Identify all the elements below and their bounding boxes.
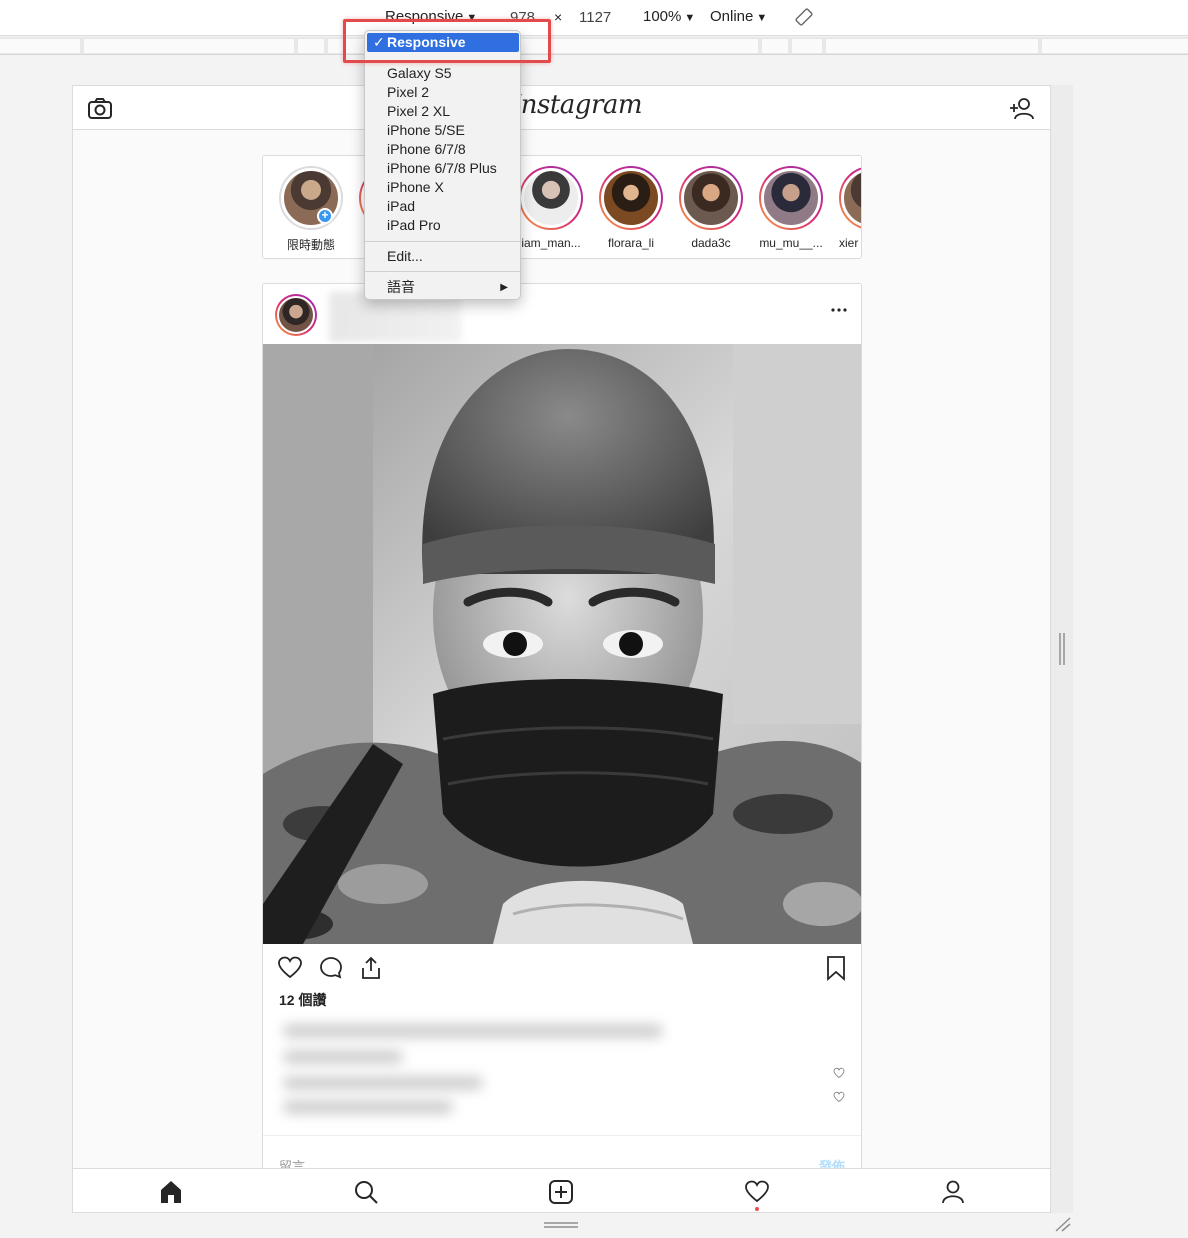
search-icon[interactable]: [353, 1179, 379, 1205]
menu-item-label: 語音: [387, 279, 415, 295]
resize-handle-right[interactable]: [1058, 633, 1066, 665]
instagram-logo[interactable]: Instagram: [511, 90, 643, 120]
like-count[interactable]: 12 個讚: [279, 990, 326, 1010]
comment-like-icon[interactable]: [833, 1091, 845, 1103]
profile-icon[interactable]: [940, 1179, 966, 1205]
post-avatar[interactable]: [275, 294, 317, 336]
ruler-segment[interactable]: [792, 39, 822, 53]
menu-item-pixel-2-xl[interactable]: Pixel 2 XL: [365, 102, 520, 121]
ruler-segment[interactable]: [1042, 39, 1188, 53]
avatar: [681, 168, 741, 228]
bookmark-icon[interactable]: [823, 955, 849, 981]
menu-item-iphone-x[interactable]: iPhone X: [365, 178, 520, 197]
menu-item-ipad-pro[interactable]: iPad Pro: [365, 216, 520, 235]
new-post-icon[interactable]: [548, 1179, 574, 1205]
feed-post: 12 個讚 留言…… 發佈: [262, 283, 862, 1183]
device-menu: ✓ Responsive Galaxy S5 Pixel 2 Pixel 2 X…: [364, 30, 521, 300]
menu-item-iphone-6-7-8-plus[interactable]: iPhone 6/7/8 Plus: [365, 159, 520, 178]
story-ring: [839, 166, 861, 230]
menu-item-edit[interactable]: Edit...: [365, 247, 520, 266]
menu-item-galaxy-s5[interactable]: Galaxy S5: [365, 64, 520, 83]
menu-item-language[interactable]: 語音 ▶: [365, 278, 520, 297]
notification-dot: [755, 1207, 759, 1211]
menu-item-iphone-6-7-8[interactable]: iPhone 6/7/8: [365, 140, 520, 159]
story-ring: [279, 166, 343, 230]
ruler-segment[interactable]: [762, 39, 788, 53]
chevron-down-icon: ▼: [684, 12, 696, 24]
menu-item-ipad[interactable]: iPad: [365, 197, 520, 216]
activity-heart-icon[interactable]: [744, 1179, 770, 1205]
home-icon[interactable]: [158, 1179, 184, 1205]
post-photo[interactable]: [263, 344, 861, 944]
story-item[interactable]: florara_li: [595, 166, 667, 250]
submenu-arrow-icon: ▶: [500, 282, 508, 293]
bottom-nav: [73, 1168, 1050, 1212]
resize-corner-icon[interactable]: [1054, 1216, 1072, 1232]
times-icon: ×: [554, 9, 563, 25]
avatar: [277, 296, 315, 334]
ruler-segment[interactable]: [84, 39, 294, 53]
zoom-label: 100%: [643, 8, 682, 25]
heart-icon[interactable]: [277, 955, 303, 981]
avatar: [761, 168, 821, 228]
story-label: mu_mu__...: [759, 236, 823, 250]
blurred-text: [283, 1024, 663, 1038]
portrait-image: [263, 344, 861, 944]
story-item[interactable]: mu_mu__...: [755, 166, 827, 250]
post-actions: [263, 944, 861, 994]
chevron-down-icon: ▼: [756, 12, 768, 24]
blurred-text: [283, 1076, 483, 1090]
share-icon[interactable]: [358, 955, 384, 981]
responsive-toolbar: Responsive ▼ 978 × 1127 100% ▼ Online ▼: [0, 0, 1188, 36]
height-input[interactable]: 1127: [572, 6, 622, 28]
menu-divider: [365, 271, 520, 272]
comment-like-icon[interactable]: [833, 1067, 845, 1079]
menu-item-pixel-2[interactable]: Pixel 2: [365, 83, 520, 102]
plus-icon: +: [317, 208, 333, 224]
rotate-icon[interactable]: [795, 8, 813, 26]
story-ring: [599, 166, 663, 230]
blurred-text: [283, 1050, 403, 1064]
avatar: [601, 168, 661, 228]
story-label: 限時動態: [286, 238, 335, 252]
story-ring: [519, 166, 583, 230]
avatar: [521, 168, 581, 228]
avatar: [841, 168, 861, 228]
stories-tray: + 限時動態 r iam_man... florara_li dada3c mu…: [262, 155, 862, 259]
blurred-text: [283, 1100, 453, 1114]
more-icon: [831, 308, 847, 312]
menu-item-iphone-5-se[interactable]: iPhone 5/SE: [365, 121, 520, 140]
story-label: xier: [839, 236, 859, 250]
story-ring: [679, 166, 743, 230]
story-item[interactable]: xier: [835, 166, 861, 250]
story-label: florara_li: [607, 236, 655, 250]
zoom-select[interactable]: 100% ▼: [643, 8, 695, 25]
network-select[interactable]: Online ▼: [710, 8, 767, 25]
comment-icon[interactable]: [318, 955, 344, 981]
story-label: dada3c: [691, 236, 731, 250]
media-query-ruler[interactable]: [0, 37, 1188, 55]
post-header: [263, 284, 861, 344]
story-item[interactable]: dada3c: [675, 166, 747, 250]
story-ring: [759, 166, 823, 230]
more-options-icon[interactable]: [831, 308, 847, 312]
resize-handle-bottom[interactable]: [544, 1221, 578, 1229]
menu-divider: [365, 241, 520, 242]
story-item[interactable]: iam_man...: [515, 166, 587, 250]
app-header: Instagram: [73, 86, 1050, 130]
blurred-comments: [273, 1014, 673, 1124]
story-own[interactable]: + 限時動態: [275, 166, 347, 253]
ruler-segment[interactable]: [298, 39, 324, 53]
ruler-segment[interactable]: [0, 39, 80, 53]
device-viewport: Instagram + 限時動態 r iam_man... florara_li…: [72, 85, 1051, 1213]
add-user-icon[interactable]: [1009, 96, 1035, 122]
camera-icon[interactable]: [87, 96, 113, 122]
highlight-annotation: [343, 19, 551, 63]
story-label: iam_man...: [521, 236, 581, 250]
ruler-segment[interactable]: [826, 39, 1038, 53]
network-label: Online: [710, 8, 754, 25]
